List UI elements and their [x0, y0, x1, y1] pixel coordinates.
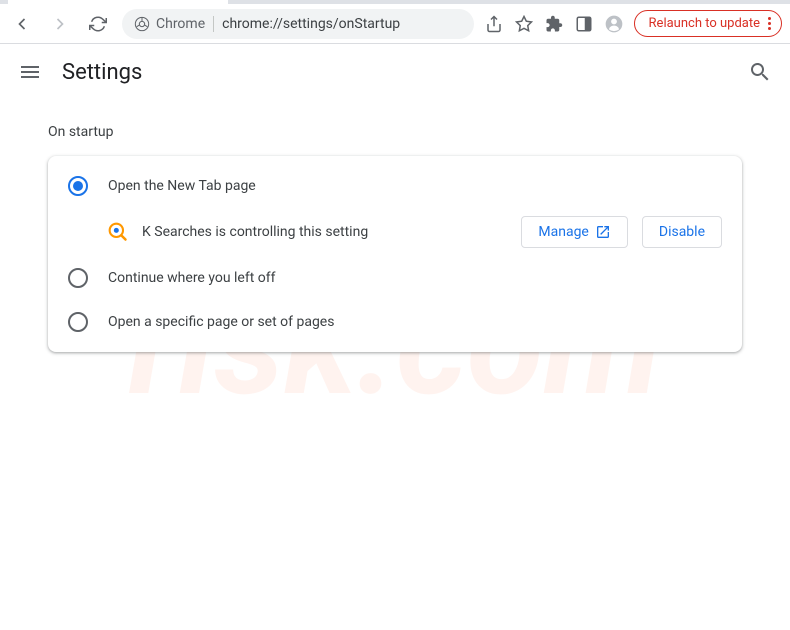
share-icon[interactable] [484, 14, 504, 34]
radio-option-continue[interactable]: Continue where you left off [48, 256, 742, 300]
manage-button[interactable]: Manage [521, 216, 627, 248]
settings-header: Settings [0, 44, 790, 100]
chrome-prefix: Chrome [134, 16, 205, 32]
disable-button[interactable]: Disable [642, 216, 722, 248]
radio-button[interactable] [68, 176, 88, 196]
manage-label: Manage [538, 224, 588, 240]
external-link-icon [595, 224, 611, 240]
relaunch-label: Relaunch to update [649, 16, 760, 31]
extension-notice-row: K Searches is controlling this setting M… [48, 208, 742, 256]
more-dots-icon [768, 17, 771, 30]
bookmark-star-icon[interactable] [514, 14, 534, 34]
section-title: On startup [48, 124, 742, 140]
search-icon[interactable] [748, 60, 772, 84]
radio-button[interactable] [68, 268, 88, 288]
content-area: On startup Open the New Tab page K Searc… [0, 100, 790, 376]
url-text: chrome://settings/onStartup [222, 16, 400, 32]
url-divider [213, 16, 214, 32]
back-button[interactable] [8, 10, 36, 38]
forward-button[interactable] [46, 10, 74, 38]
radio-label: Open the New Tab page [108, 178, 256, 194]
page-title: Settings [62, 60, 728, 85]
profile-avatar-icon[interactable] [604, 14, 624, 34]
radio-option-new-tab[interactable]: Open the New Tab page [48, 164, 742, 208]
startup-card: Open the New Tab page K Searches is cont… [48, 156, 742, 352]
tab-bar: Settings - On startup ✕ + ⌄ [0, 0, 790, 4]
radio-label: Continue where you left off [108, 270, 276, 286]
omnibox[interactable]: Chrome chrome://settings/onStartup [122, 9, 474, 39]
reload-button[interactable] [84, 10, 112, 38]
extension-notice-text: K Searches is controlling this setting [142, 224, 507, 240]
radio-button[interactable] [68, 312, 88, 332]
browser-tab[interactable]: Settings - On startup ✕ [8, 0, 228, 4]
address-bar: Chrome chrome://settings/onStartup Relau… [0, 4, 790, 44]
radio-option-specific-page[interactable]: Open a specific page or set of pages [48, 300, 742, 344]
radio-label: Open a specific page or set of pages [108, 314, 334, 330]
sidepanel-icon[interactable] [574, 14, 594, 34]
ksearches-extension-icon [108, 222, 128, 242]
disable-label: Disable [659, 224, 705, 240]
extensions-icon[interactable] [544, 14, 564, 34]
relaunch-button[interactable]: Relaunch to update [634, 10, 782, 37]
hamburger-menu-icon[interactable] [18, 60, 42, 84]
chrome-label: Chrome [156, 16, 205, 32]
